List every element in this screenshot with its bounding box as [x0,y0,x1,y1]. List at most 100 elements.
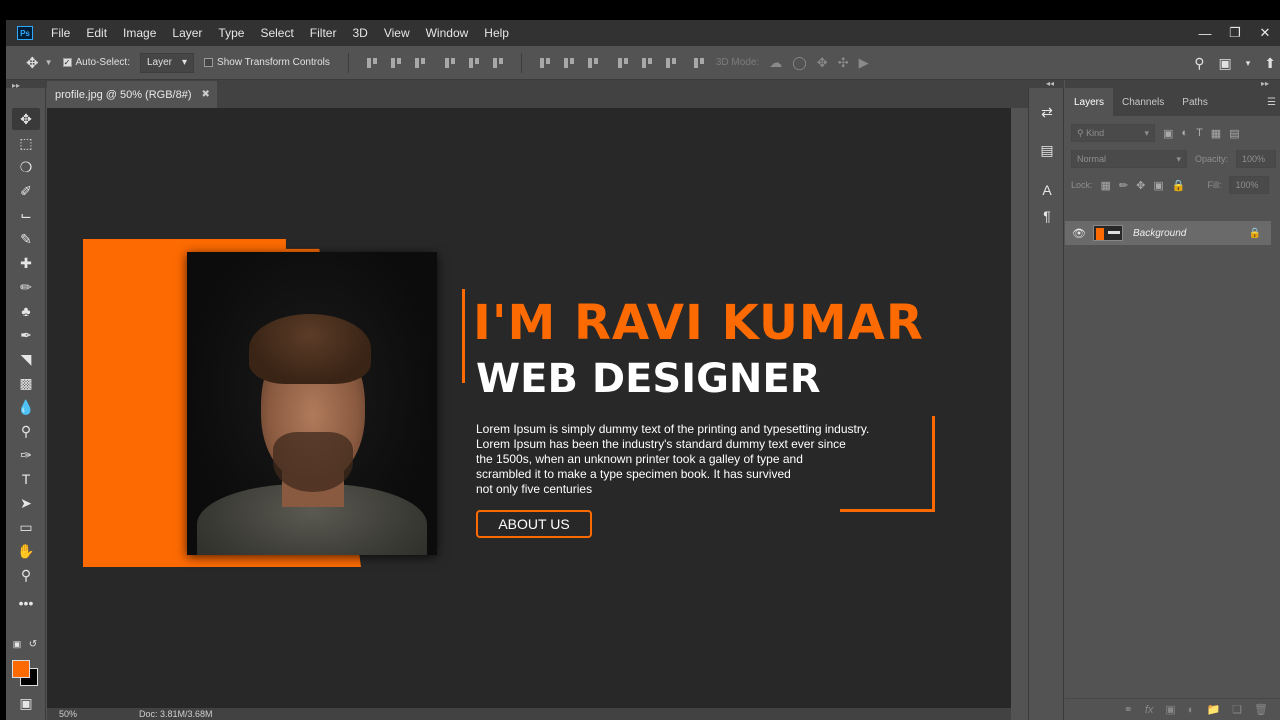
fill-field[interactable]: 100% [1229,176,1270,194]
brush-tool-icon[interactable]: ✏ [12,276,40,298]
menu-view[interactable]: View [376,20,418,46]
menu-select[interactable]: Select [252,20,301,46]
restore-icon[interactable]: ❐ [1220,20,1250,46]
tab-paths[interactable]: Paths [1173,88,1217,116]
3d-orbit-icon[interactable]: ☁ [769,55,782,71]
3d-pan-icon[interactable]: ✥ [817,55,828,71]
distribute-hcenter-icon[interactable] [640,56,654,70]
vertical-scrollbar[interactable] [1011,108,1028,720]
lock-transparent-icon[interactable]: ▦ [1101,179,1111,192]
delete-layer-icon[interactable]: 🗑 [1254,703,1268,716]
foreground-color-swatch[interactable] [12,660,30,678]
eyedropper-tool-icon[interactable]: ✎ [12,228,40,250]
quick-mask-icon[interactable]: ▣ [12,692,40,714]
align-bottom-icon[interactable] [413,56,427,70]
marquee-tool-icon[interactable]: ⬚ [12,132,40,154]
layer-style-icon[interactable]: fx [1145,704,1154,716]
zoom-tool-icon[interactable]: ⚲ [12,564,40,586]
default-colors-icon[interactable]: ▣ [10,638,24,650]
distribute-center-icon[interactable] [562,56,576,70]
lasso-tool-icon[interactable]: ❍ [12,156,40,178]
align-left-icon[interactable] [443,56,457,70]
menu-layer[interactable]: Layer [164,20,210,46]
menu-3d[interactable]: 3D [344,20,375,46]
menu-help[interactable]: Help [476,20,517,46]
expand-panels-icon[interactable]: ▸▸ [1261,79,1269,88]
distribute-top-icon[interactable] [538,56,552,70]
blend-mode-dropdown[interactable]: Normal ▾ [1071,150,1187,168]
menu-filter[interactable]: Filter [302,20,345,46]
distribute-bottom-icon[interactable] [586,56,600,70]
tab-layers[interactable]: Layers [1065,88,1114,116]
align-top-icon[interactable] [365,56,379,70]
shape-tool-icon[interactable]: ▭ [12,516,40,538]
design-canvas[interactable]: I'M RAVI KUMAR WEB DESIGNER Lorem Ipsum … [47,108,987,578]
workspace-icon[interactable]: ▣ [1219,55,1232,72]
align-vertical-center-icon[interactable] [389,56,403,70]
history-brush-tool-icon[interactable]: ✒ [12,324,40,346]
collapse-panels-icon[interactable]: ◂◂ [1046,79,1054,88]
pen-tool-icon[interactable]: ✑ [12,444,40,466]
move-tool-icon[interactable]: ✥ [12,108,40,130]
gradient-tool-icon[interactable]: ▩ [12,372,40,394]
clone-stamp-tool-icon[interactable]: ♣ [12,300,40,322]
opacity-field[interactable]: 100% [1236,150,1277,168]
type-tool-icon[interactable]: T [12,468,40,490]
canvas-area[interactable]: I'M RAVI KUMAR WEB DESIGNER Lorem Ipsum … [47,108,1011,708]
visibility-eye-icon[interactable]: 👁 [1065,227,1093,240]
align-horizontal-center-icon[interactable] [467,56,481,70]
close-tab-icon[interactable]: ✖ [202,89,210,100]
zoom-level[interactable]: 50% [59,709,77,719]
layer-kind-filter[interactable]: ⚲ Kind ▾ [1071,124,1155,142]
close-icon[interactable]: ✕ [1250,20,1280,46]
align-right-icon[interactable] [491,56,505,70]
quick-select-tool-icon[interactable]: ✐ [12,180,40,202]
menu-window[interactable]: Window [418,20,477,46]
add-mask-icon[interactable]: ▣ [1165,703,1175,716]
menu-type[interactable]: Type [210,20,252,46]
filter-type-icon[interactable]: T [1196,127,1203,139]
auto-select-target-dropdown[interactable]: Layer ▾ [139,52,195,73]
document-tab[interactable]: profile.jpg @ 50% (RGB/8#) ✖ [47,81,217,108]
link-layers-icon[interactable]: ⚭ [1124,703,1133,716]
tab-channels[interactable]: Channels [1113,88,1173,116]
dodge-tool-icon[interactable]: ⚲ [12,420,40,442]
lock-all-icon[interactable]: 🔒 [1172,179,1186,192]
filter-pixel-icon[interactable]: ▣ [1163,127,1173,140]
3d-slide-icon[interactable]: ✣ [838,55,849,71]
menu-edit[interactable]: Edit [78,20,115,46]
swap-colors-icon[interactable]: ↺ [26,638,40,650]
lock-position-icon[interactable]: ✥ [1136,179,1145,192]
paragraph-panel-icon[interactable]: ¶ [1037,206,1057,226]
eraser-tool-icon[interactable]: ◥ [12,348,40,370]
layer-row[interactable]: 👁 Background 🔒 [1065,221,1271,245]
history-panel-icon[interactable]: ⇄ [1037,102,1057,122]
crop-tool-icon[interactable]: ⌙ [12,204,40,226]
filter-smart-object-icon[interactable]: ▤ [1229,127,1239,140]
blur-tool-icon[interactable]: 💧 [12,396,40,418]
3d-roll-icon[interactable]: ◯ [792,55,807,71]
filter-shape-icon[interactable]: ▦ [1211,127,1221,140]
new-layer-icon[interactable]: ❏ [1232,703,1242,716]
3d-camera-icon[interactable]: ▶ [859,55,869,71]
search-icon[interactable]: ⚲ [1194,55,1204,72]
auto-align-icon[interactable] [692,56,706,70]
menu-file[interactable]: File [43,20,78,46]
path-selection-tool-icon[interactable]: ➤ [12,492,40,514]
share-icon[interactable]: ⬆ [1264,55,1276,72]
menu-image[interactable]: Image [115,20,164,46]
tool-preset-caret-icon[interactable]: ▼ [45,58,53,67]
minimize-icon[interactable]: — [1190,20,1220,46]
lock-artboard-icon[interactable]: ▣ [1153,179,1163,192]
healing-brush-tool-icon[interactable]: ✚ [12,252,40,274]
auto-select-checkbox[interactable]: ✓ Auto-Select: [62,57,130,68]
panel-menu-icon[interactable]: ☰ [1267,88,1276,116]
adjustment-layer-icon[interactable]: ◐ [1188,704,1195,716]
show-transform-controls-checkbox[interactable]: Show Transform Controls [204,57,330,68]
properties-panel-icon[interactable]: ▤ [1037,140,1057,160]
move-tool-icon[interactable]: ✥ [26,54,39,72]
distribute-right-icon[interactable] [664,56,678,70]
distribute-left-icon[interactable] [616,56,630,70]
new-group-icon[interactable]: 📁 [1206,703,1220,716]
layer-lock-icon[interactable]: 🔒 [1249,228,1261,239]
